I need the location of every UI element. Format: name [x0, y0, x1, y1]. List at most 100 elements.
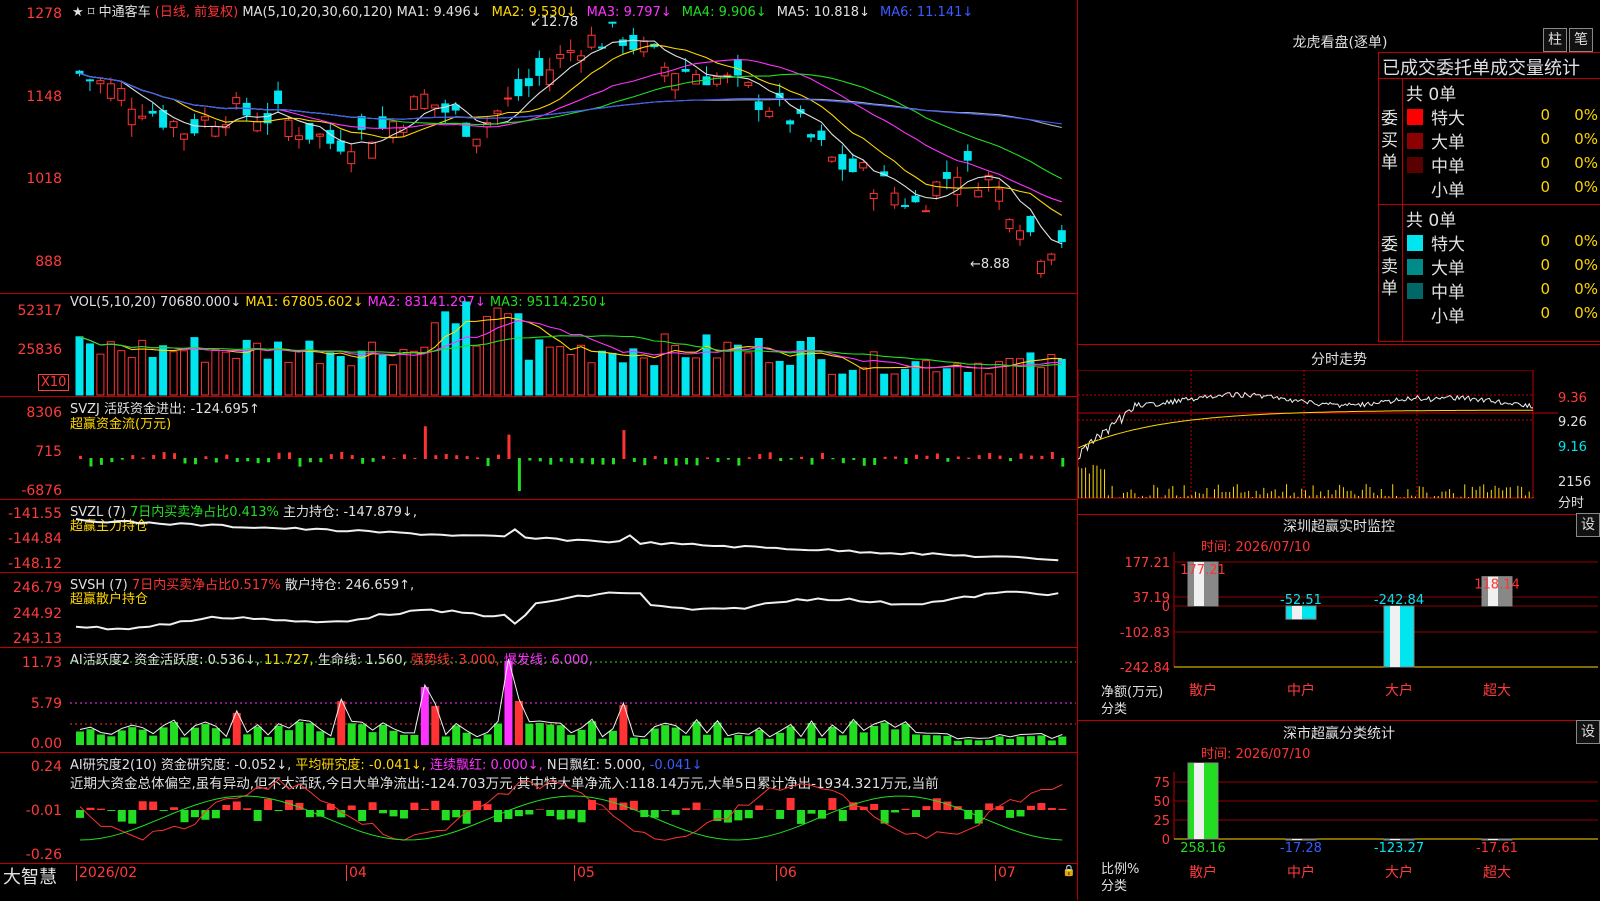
- lhb-title: 龙虎看盘(逐单): [1250, 32, 1430, 52]
- x-label: 07: [995, 865, 1016, 881]
- ma-legend-item: MA1: 9.496↓: [397, 5, 482, 20]
- intraday-title: 分时走势: [1078, 349, 1600, 369]
- vol-unit: X10: [38, 374, 69, 391]
- svzl-sub: 超赢主力持仓: [70, 515, 148, 534]
- svzl-ytick: -141.55: [0, 506, 62, 522]
- svsh-ytick: 243.13: [0, 631, 62, 647]
- intraday-vol-label: 分时: [1558, 492, 1584, 511]
- order-pct: 0%: [1568, 178, 1598, 196]
- order-type-label: 小单: [1431, 176, 1465, 201]
- category-bar-highlight: [1390, 839, 1400, 840]
- svzj-panel[interactable]: SVZJ 活跃资金进出: -124.695↑ 超赢资金流(万元) 8306 71…: [0, 396, 1078, 500]
- ai-active-ytick: 11.73: [0, 655, 62, 671]
- ai-active-life: 生命线: 1.560,: [318, 653, 407, 668]
- order-color-swatch: [1407, 307, 1423, 323]
- category-label: 散户: [1189, 682, 1217, 699]
- ai-research-note: 近期大资金总体偏空,虽有异动,但不太活跃,今日大单净流出:-124.703万元,…: [70, 772, 1076, 792]
- sz-monitor-settings-button[interactable]: 设: [1576, 513, 1600, 537]
- stock-name: 中通客车: [99, 5, 151, 20]
- ai-active-header: AI活跃度2 资金活跃度: 0.536↓, 11.727, 生命线: 1.560…: [70, 649, 593, 668]
- sz-monitor-title: 深圳超赢实时监控: [1078, 516, 1600, 536]
- intraday-price-tick: 9.36: [1558, 391, 1587, 406]
- sell-side-label: 委卖单: [1381, 234, 1399, 300]
- lhb-header-divider: [1378, 78, 1600, 79]
- sz-class-title: 深市超赢分类统计: [1078, 723, 1600, 743]
- app-logo[interactable]: 大智慧: [3, 863, 57, 889]
- ai-research-ytick: -0.26: [0, 847, 62, 863]
- order-pct: 0%: [1568, 106, 1598, 124]
- intraday-frame: [1078, 370, 1533, 498]
- vol-ytick: 25836: [0, 342, 62, 358]
- svsh-ytick: 246.79: [0, 580, 62, 596]
- order-type-label: 特大: [1431, 230, 1465, 255]
- ai-research-panel[interactable]: AI研究度2(10) 资金研究度: -0.052↓, 平均研究度: -0.041…: [0, 752, 1078, 864]
- buy-total: 共 0单: [1406, 80, 1456, 105]
- intraday-avg-line: [1078, 410, 1533, 448]
- ma-header: MA(5,10,20,30,60,120): [242, 5, 392, 20]
- order-color-swatch: [1407, 157, 1423, 173]
- svzj-ytick: -6876: [0, 483, 62, 499]
- svzj-ytick: 8306: [0, 405, 62, 421]
- sz-class-settings-button[interactable]: 设: [1576, 720, 1600, 744]
- ai-research-value: 资金研究度: -0.052↓,: [161, 758, 291, 773]
- bar-chart-ytick: -242.84: [1120, 661, 1170, 676]
- category-label: 中户: [1287, 864, 1315, 881]
- x-label: 2026/02: [76, 865, 137, 881]
- ma-legend-item: MA4: 9.906↓: [682, 5, 767, 20]
- category-bar-highlight: [1292, 839, 1302, 840]
- ai-active-panel[interactable]: AI活跃度2 资金活跃度: 0.536↓, 11.727, 生命线: 1.560…: [0, 647, 1078, 753]
- bar-chart-ytick: 177.21: [1125, 556, 1171, 571]
- x-label: 05: [574, 865, 595, 881]
- order-qty: 0: [1520, 130, 1550, 148]
- svzl-ytick: -148.12: [0, 556, 62, 572]
- order-qty: 0: [1520, 304, 1550, 322]
- bar-chart-ytick: 0: [1162, 833, 1170, 848]
- volume-panel[interactable]: VOL(5,10,20) 70680.000↓ MA1: 67805.602↓ …: [0, 293, 1078, 397]
- order-color-swatch: [1407, 259, 1423, 275]
- ai-active-strong: 强势线: 3.000,: [411, 653, 500, 668]
- svsh-panel[interactable]: SVSH (7) 7日内买卖净占比0.517% 散户持仓: 246.659↑, …: [0, 572, 1078, 648]
- ai-active-ytick: 5.79: [0, 696, 62, 712]
- category-bar-highlight: [1488, 839, 1498, 840]
- order-type-label: 小单: [1431, 302, 1465, 327]
- order-type-label: 中单: [1431, 152, 1465, 177]
- order-qty: 0: [1520, 154, 1550, 172]
- ai-research-nred: N日飘红: 5.000,: [547, 758, 646, 773]
- order-type-label: 大单: [1431, 254, 1465, 279]
- category-value-label: -52.51: [1280, 593, 1322, 608]
- category-value-label: -242.84: [1374, 593, 1424, 608]
- ma-list: MA1: 9.496↓MA2: 9.530↓MA3: 9.797↓MA4: 9.…: [397, 5, 984, 20]
- kline-panel[interactable]: ★ ⌑ 中通客车 (日线, 前复权) MA(5,10,20,30,60,120)…: [0, 0, 1078, 294]
- volume-header: VOL(5,10,20) 70680.000↓ MA1: 67805.602↓ …: [70, 295, 608, 310]
- vol-ytick: 52317: [0, 303, 62, 319]
- svsh-sub: 超赢散户持仓: [70, 588, 148, 607]
- order-color-swatch: [1407, 133, 1423, 149]
- bar-chart-ytick: 25: [1153, 814, 1170, 829]
- tick-view-button[interactable]: 笔: [1569, 28, 1593, 52]
- category-bar-highlight: [1194, 763, 1204, 839]
- sz-class-chart: 7550250258.16散户-17.28中户-123.27大户-17.61超大: [1078, 750, 1600, 900]
- bar-chart-ytick: -102.83: [1120, 626, 1170, 641]
- lock-icon[interactable]: 🔒: [1062, 864, 1076, 877]
- svzl-hold: 主力持仓: -147.879↓,: [283, 505, 417, 520]
- order-pct: 0%: [1568, 130, 1598, 148]
- ma-legend-item: MA6: 11.141↓: [880, 5, 973, 20]
- kline-ytick: 1018: [0, 171, 62, 187]
- category-label: 超大: [1483, 683, 1511, 699]
- kline-mode[interactable]: (日线, 前复权): [155, 5, 238, 20]
- sz-monitor-chart: 177.2137.190-102.83-242.84177.21散户-52.51…: [1078, 545, 1600, 720]
- order-pct: 0%: [1568, 256, 1598, 274]
- svzl-ratio: 7日内买卖净占比0.413%: [130, 505, 279, 520]
- sell-total: 共 0单: [1406, 206, 1456, 231]
- category-label: 散户: [1189, 864, 1217, 881]
- order-type-label: 特大: [1431, 104, 1465, 129]
- column-view-button[interactable]: 柱: [1543, 28, 1567, 52]
- ai-research-avg: 平均研究度: -0.041↓,: [295, 758, 425, 773]
- svzj-sub: 超赢资金流(万元): [70, 413, 171, 432]
- order-color-swatch: [1407, 283, 1423, 299]
- svzl-panel[interactable]: SVZL (7) 7日内买卖净占比0.413% 主力持仓: -147.879↓,…: [0, 499, 1078, 573]
- favorite-star-icon[interactable]: ★ ⌑: [72, 5, 94, 20]
- category-label: 大户: [1385, 682, 1413, 699]
- vol-value: 70680.000↓: [160, 295, 241, 310]
- bar-chart-ytick: 75: [1153, 776, 1170, 791]
